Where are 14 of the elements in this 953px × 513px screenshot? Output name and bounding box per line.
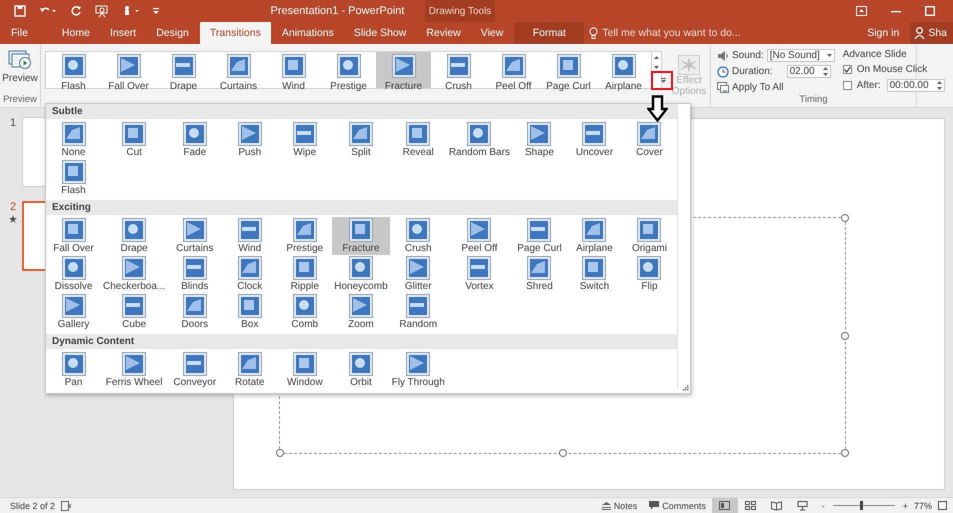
field-label: Duration: (732, 66, 773, 77)
context-label: Drawing Tools (428, 6, 492, 16)
slide-counter: Slide 2 of 2 (10, 500, 56, 510)
slide-number: 2 (10, 201, 16, 213)
zoom-percent: 77% (914, 500, 932, 510)
slide-number: 1 (10, 117, 16, 129)
group-label: Preview (3, 94, 37, 107)
section-header: Exciting (46, 200, 677, 215)
section-header: Dynamic Content (46, 334, 677, 349)
section-label: Advance Slide (842, 49, 908, 60)
section-header: Subtle (46, 104, 677, 119)
group-label: Timing (798, 94, 829, 107)
field-label: Sound: (732, 50, 764, 61)
window-title: Presentation1 - PowerPoint (270, 5, 406, 17)
